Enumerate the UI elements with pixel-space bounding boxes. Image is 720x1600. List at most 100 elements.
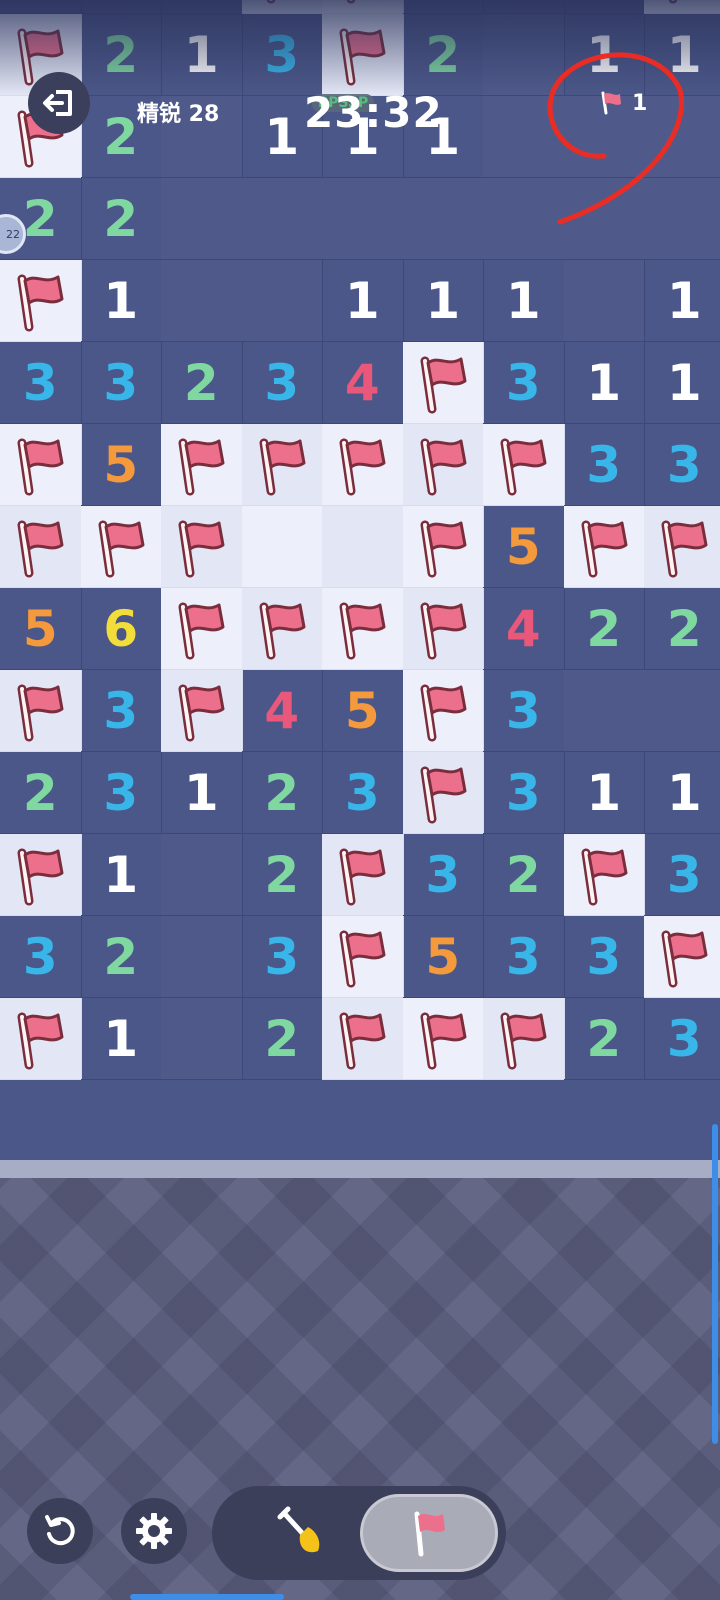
board-cell[interactable]: 3 [80, 752, 162, 834]
board-cell[interactable]: 4 [483, 588, 565, 670]
board-cell[interactable] [563, 670, 645, 752]
board-cell[interactable] [241, 260, 323, 342]
board-cell[interactable]: 3 [80, 342, 162, 424]
board-cell[interactable] [0, 424, 82, 506]
dig-mode-button[interactable] [242, 1494, 362, 1572]
board-cell[interactable]: 3 [0, 342, 82, 424]
board-cell[interactable] [402, 178, 484, 260]
board-cell[interactable] [483, 424, 565, 506]
board-cell[interactable] [563, 506, 645, 588]
board-cell[interactable] [644, 670, 720, 752]
board-cell[interactable] [322, 998, 404, 1080]
board-cell[interactable] [644, 916, 720, 998]
board-cell[interactable] [241, 178, 323, 260]
board-cell[interactable] [241, 424, 323, 506]
board-cell[interactable] [80, 506, 162, 588]
settings-button[interactable] [121, 1498, 187, 1564]
board-cell[interactable] [161, 588, 243, 670]
board-cell[interactable]: 2 [241, 752, 323, 834]
board-cell[interactable]: 3 [241, 916, 323, 998]
board-cell[interactable] [563, 834, 645, 916]
board-cell[interactable]: 3 [0, 916, 82, 998]
board-cell[interactable] [322, 916, 404, 998]
board-cell[interactable] [322, 424, 404, 506]
board-cell[interactable]: 1 [644, 342, 720, 424]
board-cell[interactable] [161, 834, 243, 916]
flag-mode-button[interactable] [360, 1494, 498, 1572]
board-cell[interactable]: 2 [241, 834, 323, 916]
board-cell[interactable] [161, 260, 243, 342]
board-cell[interactable] [0, 506, 82, 588]
board-cell[interactable] [483, 998, 565, 1080]
board-cell[interactable]: 1 [402, 260, 484, 342]
board-cell[interactable] [483, 178, 565, 260]
board-cell[interactable]: 2 [563, 998, 645, 1080]
board-cell[interactable] [644, 506, 720, 588]
board-cell[interactable]: 3 [402, 834, 484, 916]
board-cell[interactable]: 2 [644, 588, 720, 670]
board-cell[interactable]: 3 [483, 752, 565, 834]
exit-button[interactable] [28, 72, 90, 134]
board-cell[interactable] [402, 342, 484, 424]
board-cell[interactable] [322, 506, 404, 588]
board-cell[interactable] [402, 670, 484, 752]
board-cell[interactable] [0, 670, 82, 752]
board-cell[interactable]: 2 [80, 178, 162, 260]
board-cell[interactable] [402, 588, 484, 670]
board-cell[interactable]: 1 [563, 752, 645, 834]
board-cell[interactable] [402, 424, 484, 506]
board-cell[interactable]: 2 [241, 998, 323, 1080]
board-cell[interactable]: 2 [80, 916, 162, 998]
board-cell[interactable] [161, 178, 243, 260]
board-cell[interactable]: 4 [241, 670, 323, 752]
board-cell[interactable]: 1 [161, 752, 243, 834]
board-cell[interactable] [644, 96, 720, 178]
board-cell[interactable]: 2 [483, 834, 565, 916]
board-cell[interactable]: 2 [161, 342, 243, 424]
board-cell[interactable]: 3 [241, 342, 323, 424]
board-cell[interactable] [161, 916, 243, 998]
board-cell[interactable] [402, 998, 484, 1080]
board-cell[interactable] [161, 670, 243, 752]
board-cell[interactable]: 1 [80, 260, 162, 342]
board-cell[interactable] [563, 260, 645, 342]
board-cell[interactable] [161, 998, 243, 1080]
board-cell[interactable]: 5 [0, 588, 82, 670]
board-cell[interactable]: 3 [483, 916, 565, 998]
board-cell[interactable]: 1 [80, 834, 162, 916]
board-cell[interactable] [161, 506, 243, 588]
board-cell[interactable] [241, 506, 323, 588]
board-cell[interactable]: 1 [644, 752, 720, 834]
board-cell[interactable]: 5 [322, 670, 404, 752]
board-cell[interactable]: 3 [483, 670, 565, 752]
board-cell[interactable]: 5 [402, 916, 484, 998]
board-cell[interactable]: 5 [483, 506, 565, 588]
board-cell[interactable] [402, 506, 484, 588]
board-cell[interactable]: 1 [483, 260, 565, 342]
board-cell[interactable]: 3 [322, 752, 404, 834]
board-cell[interactable]: 1 [563, 342, 645, 424]
board-cell[interactable] [0, 834, 82, 916]
restart-button[interactable] [27, 1498, 93, 1564]
board-cell[interactable]: 5 [80, 424, 162, 506]
board-cell[interactable]: 3 [644, 424, 720, 506]
board-cell[interactable] [0, 260, 82, 342]
board-cell[interactable]: 2 [563, 588, 645, 670]
board-cell[interactable]: 6 [80, 588, 162, 670]
board-cell[interactable]: 1 [322, 260, 404, 342]
board-cell[interactable] [644, 178, 720, 260]
board-cell[interactable]: 3 [80, 670, 162, 752]
board-cell[interactable] [0, 998, 82, 1080]
board-cell[interactable]: 1 [80, 998, 162, 1080]
scroll-indicator[interactable] [712, 1124, 718, 1444]
board-cell[interactable]: 3 [644, 998, 720, 1080]
board-cell[interactable]: 2 [0, 752, 82, 834]
board-cell[interactable]: 3 [563, 916, 645, 998]
board-cell[interactable] [563, 178, 645, 260]
board-cell[interactable] [241, 588, 323, 670]
board-cell[interactable] [483, 96, 565, 178]
board-cell[interactable] [402, 752, 484, 834]
board-cell[interactable]: 3 [483, 342, 565, 424]
board-cell[interactable]: 1 [644, 260, 720, 342]
board-cell[interactable] [322, 834, 404, 916]
